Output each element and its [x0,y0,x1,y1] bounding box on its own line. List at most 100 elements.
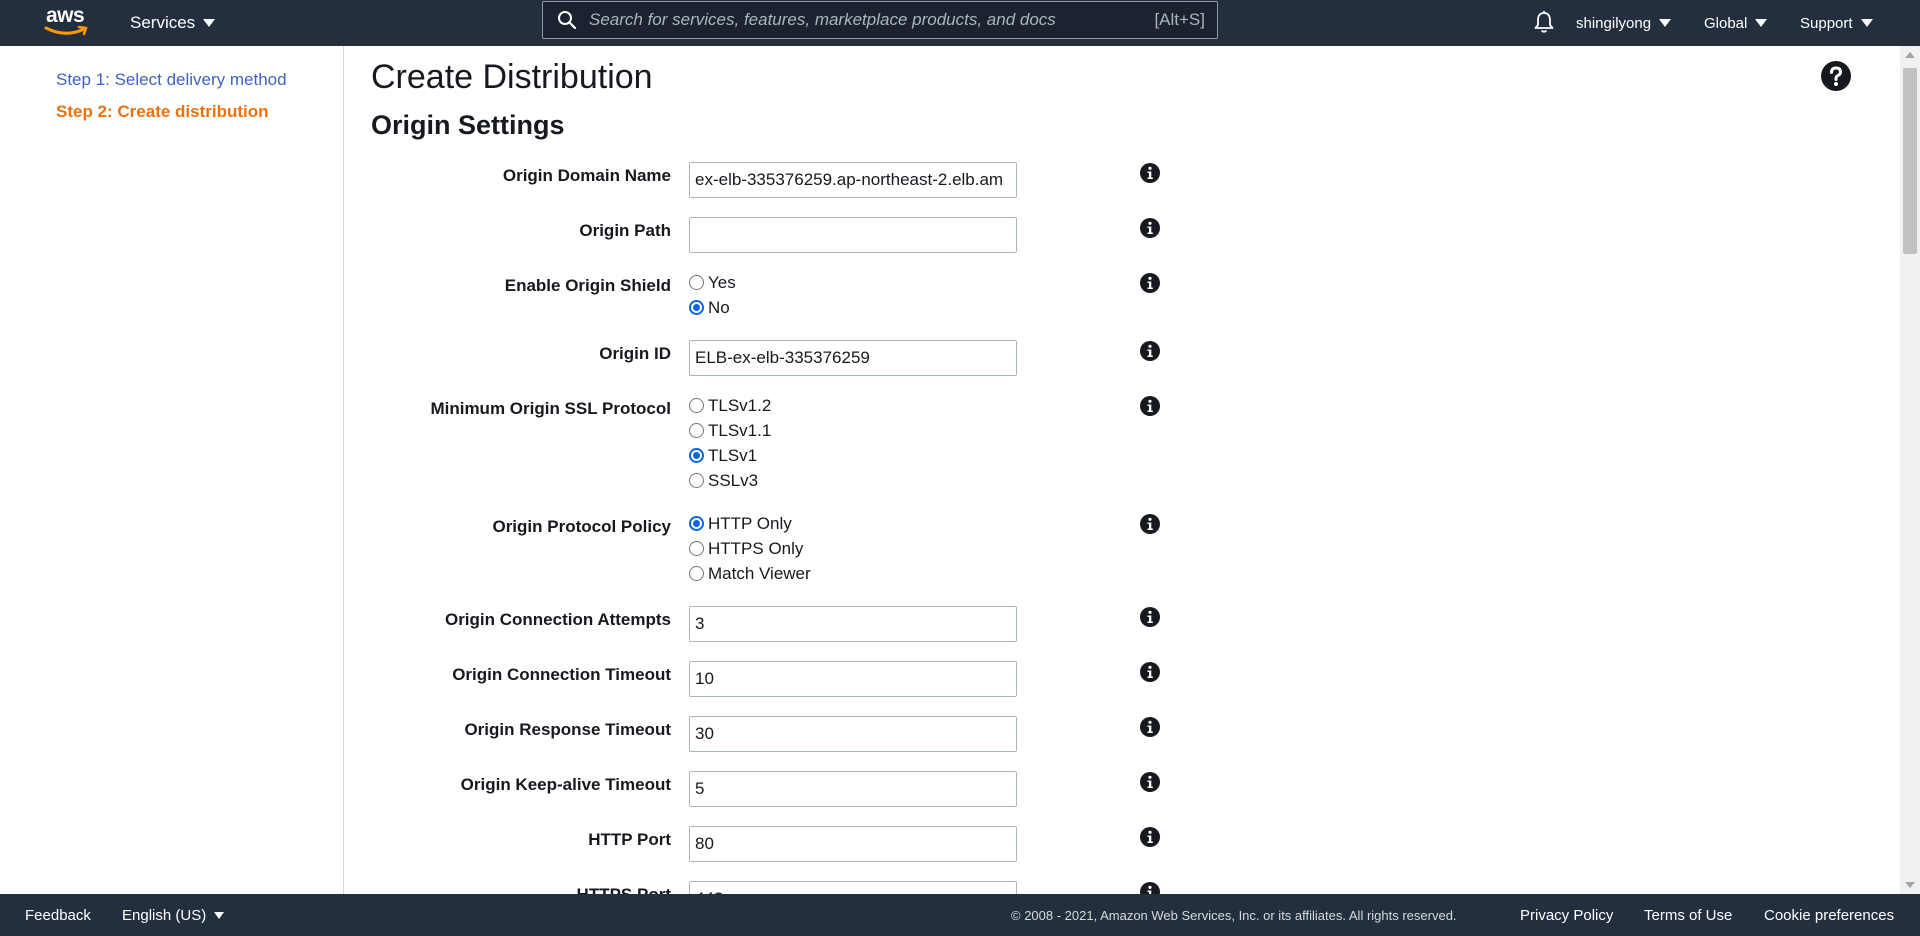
info-icon[interactable] [1139,826,1161,848]
origin-domain-name-input[interactable] [689,162,1017,198]
feedback-link[interactable]: Feedback [25,894,91,936]
radio-label: No [708,297,730,317]
origin-shield-radio-group: Yes No [689,270,736,320]
ssl-option-tlsv1[interactable]: TLSv1 [689,443,771,468]
caret-down-icon [1755,19,1768,27]
page-scrollbar[interactable] [1900,46,1920,894]
origin-keepalive-timeout-input[interactable] [689,771,1017,807]
caret-down-icon [1659,19,1672,27]
origin-id-input[interactable] [689,340,1017,376]
info-icon[interactable] [1139,606,1161,628]
section-title: Origin Settings [371,110,565,140]
radio-button[interactable] [689,275,704,290]
account-menu-button[interactable]: shingilyong [1576,0,1672,46]
origin-protocol-policy-label: Origin Protocol Policy [492,517,671,536]
origin-shield-option-yes[interactable]: Yes [689,270,736,295]
services-menu-button[interactable]: Services [130,0,216,46]
info-icon[interactable] [1139,272,1161,294]
info-icon[interactable] [1139,217,1161,239]
scrollbar-thumb[interactable] [1903,68,1917,254]
policy-option-http-only[interactable]: HTTP Only [689,511,811,536]
radio-label: SSLv3 [708,470,759,490]
info-icon[interactable] [1139,162,1161,184]
https-port-input[interactable] [689,881,1017,894]
radio-button[interactable] [689,398,704,413]
region-label: Global [1704,14,1748,32]
help-icon[interactable] [1820,60,1852,92]
radio-button[interactable] [689,473,704,488]
origin-connection-timeout-input[interactable] [689,661,1017,697]
https-port-label: HTTPS Port [577,885,671,894]
info-icon[interactable] [1139,661,1161,683]
info-icon[interactable] [1139,513,1161,535]
radio-label: Yes [708,272,736,292]
info-icon[interactable] [1139,716,1161,738]
aws-logo[interactable]: aws [44,5,90,39]
http-port-input[interactable] [689,826,1017,862]
search-shortcut-hint: [Alt+S] [1154,10,1205,29]
support-label: Support [1800,14,1853,32]
privacy-policy-link[interactable]: Privacy Policy [1520,894,1613,936]
origin-path-label: Origin Path [579,221,671,240]
search-input[interactable] [589,10,1155,30]
caret-down-icon [203,19,216,27]
radio-label: TLSv1.1 [708,420,772,440]
account-username: shingilyong [1576,14,1652,32]
terms-of-use-link[interactable]: Terms of Use [1644,894,1732,936]
origin-domain-name-label: Origin Domain Name [502,166,671,185]
origin-connection-attempts-input[interactable] [689,606,1017,642]
aws-logo-text: aws [46,4,85,27]
cookie-preferences-link[interactable]: Cookie preferences [1764,894,1894,936]
origin-response-timeout-input[interactable] [689,716,1017,752]
aws-smile-icon [44,25,88,36]
origin-shield-option-no[interactable]: No [689,295,736,320]
info-icon[interactable] [1139,771,1161,793]
radio-label: TLSv1.2 [708,395,772,415]
origin-path-input[interactable] [689,217,1017,253]
radio-button-selected[interactable] [689,448,704,463]
ssl-option-sslv3[interactable]: SSLv3 [689,468,771,493]
origin-keepalive-timeout-label: Origin Keep-alive Timeout [460,775,671,794]
services-label: Services [130,13,196,32]
region-menu-button[interactable]: Global [1704,0,1768,46]
protocol-policy-radio-group: HTTP Only HTTPS Only Match Viewer [689,511,811,586]
wizard-steps-sidebar: Step 1: Select delivery method Step 2: C… [0,46,344,894]
page-title: Create Distribution [371,58,653,96]
policy-option-match-viewer[interactable]: Match Viewer [689,561,811,586]
info-icon[interactable] [1139,395,1161,417]
step-1-link[interactable]: Step 1: Select delivery method [56,70,287,90]
radio-button-selected[interactable] [689,516,704,531]
radio-label: HTTPS Only [708,538,804,558]
notifications-bell-icon[interactable] [1533,10,1555,34]
origin-response-timeout-label: Origin Response Timeout [464,720,671,739]
search-box[interactable]: [Alt+S] [542,1,1218,39]
scroll-up-arrow-icon[interactable] [1905,52,1915,58]
info-icon[interactable] [1139,340,1161,362]
main-content: Create Distribution Origin Settings Orig… [345,46,1895,894]
origin-connection-attempts-label: Origin Connection Attempts [444,610,671,629]
radio-button-selected[interactable] [689,300,704,315]
radio-button[interactable] [689,541,704,556]
support-menu-button[interactable]: Support [1800,0,1873,46]
caret-down-icon [214,911,225,919]
min-origin-ssl-protocol-label: Minimum Origin SSL Protocol [430,399,671,418]
language-selector[interactable]: English (US) [122,894,225,936]
policy-option-https-only[interactable]: HTTPS Only [689,536,811,561]
top-navigation-bar: aws Services [Alt+S] shingilyong Global … [0,0,1920,46]
radio-button[interactable] [689,566,704,581]
scroll-down-arrow-icon[interactable] [1905,882,1915,888]
footer-bar: Feedback English (US) © 2008 - 2021, Ama… [0,894,1920,936]
ssl-option-tlsv1-1[interactable]: TLSv1.1 [689,418,771,443]
origin-id-label: Origin ID [599,344,671,363]
caret-down-icon [1860,19,1873,27]
step-2-current: Step 2: Create distribution [56,102,269,121]
http-port-label: HTTP Port [588,830,671,849]
language-label: English (US) [122,906,207,924]
ssl-protocol-radio-group: TLSv1.2 TLSv1.1 TLSv1 SSLv3 [689,393,771,493]
enable-origin-shield-label: Enable Origin Shield [504,276,671,295]
ssl-option-tlsv1-2[interactable]: TLSv1.2 [689,393,771,418]
radio-label: TLSv1 [708,445,758,465]
info-icon[interactable] [1139,881,1161,894]
radio-label: Match Viewer [708,563,811,583]
radio-button[interactable] [689,423,704,438]
